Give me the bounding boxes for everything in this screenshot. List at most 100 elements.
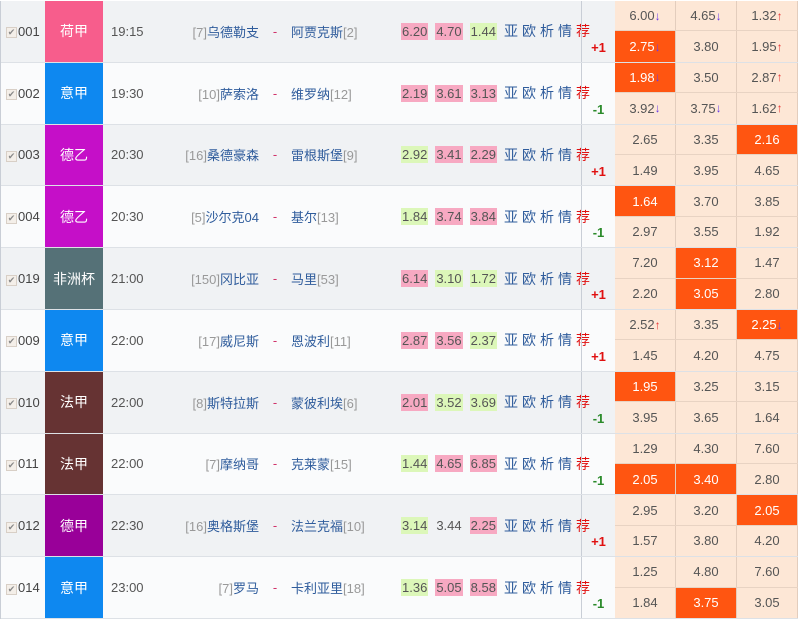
loss-odds-cell[interactable]: 3.85	[737, 186, 798, 216]
info-link[interactable]: 情	[558, 83, 572, 103]
euro-odds-link[interactable]: 欧	[522, 21, 536, 41]
info-link[interactable]: 情	[558, 269, 572, 289]
loss-odds-cell[interactable]: 2.05	[737, 495, 798, 525]
away-team[interactable]: 卡利亚里[18]	[291, 578, 401, 597]
info-link[interactable]: 情	[558, 21, 572, 41]
league-badge[interactable]: 非洲杯	[45, 248, 103, 309]
info-link[interactable]: 情	[558, 207, 572, 227]
league-badge[interactable]: 德甲	[45, 495, 103, 557]
info-link[interactable]: 情	[558, 330, 572, 350]
win-odds-cell[interactable]: 1.95	[615, 371, 676, 402]
home-team[interactable]: [8]斯特拉斯	[153, 393, 259, 412]
loss-odds-cell[interactable]: 7.60	[737, 557, 798, 587]
info-link[interactable]: 情	[558, 454, 572, 474]
draw-odds-cell[interactable]: 3.20	[676, 495, 737, 525]
league-badge[interactable]: 意甲	[45, 309, 103, 371]
home-team[interactable]: [7]乌德勒支	[153, 22, 259, 41]
draw-odds-cell[interactable]: 3.80	[676, 525, 737, 557]
match-checkbox[interactable]: ✔	[6, 459, 17, 471]
match-checkbox[interactable]: ✔	[6, 89, 17, 101]
draw-odds-cell[interactable]: 3.05	[676, 278, 737, 309]
away-team[interactable]: 法兰克福[10]	[291, 516, 401, 535]
loss-odds-cell[interactable]: 2.25 ↓	[737, 309, 798, 340]
asian-odds-link[interactable]: 亚	[504, 269, 518, 289]
win-odds-cell[interactable]: 1.98 ↓	[615, 62, 676, 93]
match-checkbox[interactable]: ✔	[6, 212, 17, 224]
analysis-link[interactable]: 析	[540, 145, 554, 165]
loss-odds-cell[interactable]: 1.47	[737, 248, 798, 278]
match-checkbox[interactable]: ✔	[6, 274, 17, 286]
draw-odds-cell[interactable]: 3.50	[676, 62, 737, 93]
loss-odds-cell[interactable]: 3.05	[737, 587, 798, 618]
home-team[interactable]: [17]威尼斯	[153, 331, 259, 350]
match-checkbox[interactable]: ✔	[6, 398, 17, 410]
euro-odds-link[interactable]: 欧	[522, 578, 536, 598]
loss-odds-cell[interactable]: 1.62 ↑	[737, 93, 798, 124]
away-team[interactable]: 维罗纳[12]	[291, 84, 401, 103]
home-team[interactable]: [16]桑德豪森	[153, 145, 259, 164]
analysis-link[interactable]: 析	[540, 392, 554, 412]
home-team[interactable]: [150]冈比亚	[153, 269, 259, 288]
win-odds-cell[interactable]: 1.49	[615, 154, 676, 186]
league-badge[interactable]: 意甲	[45, 557, 103, 618]
euro-odds-link[interactable]: 欧	[522, 454, 536, 474]
home-team[interactable]: [7]摩纳哥	[153, 454, 259, 473]
league-badge[interactable]: 德乙	[45, 186, 103, 248]
info-link[interactable]: 情	[558, 145, 572, 165]
asian-odds-link[interactable]: 亚	[504, 516, 518, 536]
win-odds-cell[interactable]: 2.05	[615, 463, 676, 495]
match-checkbox[interactable]: ✔	[6, 150, 17, 162]
analysis-link[interactable]: 析	[540, 330, 554, 350]
win-odds-cell[interactable]: 1.64	[615, 186, 676, 216]
match-checkbox[interactable]: ✔	[6, 583, 17, 595]
asian-odds-link[interactable]: 亚	[504, 578, 518, 598]
home-team[interactable]: [16]奥格斯堡	[153, 516, 259, 535]
home-team[interactable]: [10]萨索洛	[153, 84, 259, 103]
win-odds-cell[interactable]: 7.20	[615, 248, 676, 278]
loss-odds-cell[interactable]: 2.87 ↑	[737, 62, 798, 93]
analysis-link[interactable]: 析	[540, 516, 554, 536]
loss-odds-cell[interactable]: 4.75	[737, 340, 798, 371]
draw-odds-cell[interactable]: 4.65 ↓	[676, 1, 737, 31]
loss-odds-cell[interactable]: 4.65	[737, 154, 798, 186]
euro-odds-link[interactable]: 欧	[522, 392, 536, 412]
draw-odds-cell[interactable]: 4.80	[676, 557, 737, 587]
euro-odds-link[interactable]: 欧	[522, 83, 536, 103]
asian-odds-link[interactable]: 亚	[504, 83, 518, 103]
info-link[interactable]: 情	[558, 392, 572, 412]
asian-odds-link[interactable]: 亚	[504, 21, 518, 41]
draw-odds-cell[interactable]: 3.95	[676, 154, 737, 186]
away-team[interactable]: 阿贾克斯[2]	[291, 22, 401, 41]
loss-odds-cell[interactable]: 4.20	[737, 525, 798, 557]
win-odds-cell[interactable]: 1.45	[615, 340, 676, 371]
draw-odds-cell[interactable]: 3.75 ↓	[676, 93, 737, 124]
away-team[interactable]: 恩波利[11]	[291, 331, 401, 350]
draw-odds-cell[interactable]: 3.25	[676, 371, 737, 402]
win-odds-cell[interactable]: 3.92 ↓	[615, 93, 676, 124]
league-badge[interactable]: 德乙	[45, 124, 103, 186]
euro-odds-link[interactable]: 欧	[522, 145, 536, 165]
draw-odds-cell[interactable]: 4.30	[676, 433, 737, 463]
loss-odds-cell[interactable]: 1.92	[737, 216, 798, 248]
league-badge[interactable]: 意甲	[45, 62, 103, 124]
euro-odds-link[interactable]: 欧	[522, 207, 536, 227]
draw-odds-cell[interactable]: 3.80	[676, 31, 737, 62]
analysis-link[interactable]: 析	[540, 578, 554, 598]
euro-odds-link[interactable]: 欧	[522, 330, 536, 350]
asian-odds-link[interactable]: 亚	[504, 207, 518, 227]
match-checkbox[interactable]: ✔	[6, 27, 17, 39]
loss-odds-cell[interactable]: 1.95 ↑	[737, 31, 798, 62]
info-link[interactable]: 情	[558, 516, 572, 536]
league-badge[interactable]: 法甲	[45, 433, 103, 495]
analysis-link[interactable]: 析	[540, 83, 554, 103]
loss-odds-cell[interactable]: 1.32 ↑	[737, 1, 798, 31]
away-team[interactable]: 马里[53]	[291, 269, 401, 288]
info-link[interactable]: 情	[558, 578, 572, 598]
win-odds-cell[interactable]: 2.95	[615, 495, 676, 525]
win-odds-cell[interactable]: 3.95	[615, 402, 676, 433]
loss-odds-cell[interactable]: 2.80	[737, 463, 798, 495]
home-team[interactable]: [7]罗马	[153, 578, 259, 597]
asian-odds-link[interactable]: 亚	[504, 392, 518, 412]
league-badge[interactable]: 荷甲	[45, 1, 103, 62]
win-odds-cell[interactable]: 2.52 ↑	[615, 309, 676, 340]
